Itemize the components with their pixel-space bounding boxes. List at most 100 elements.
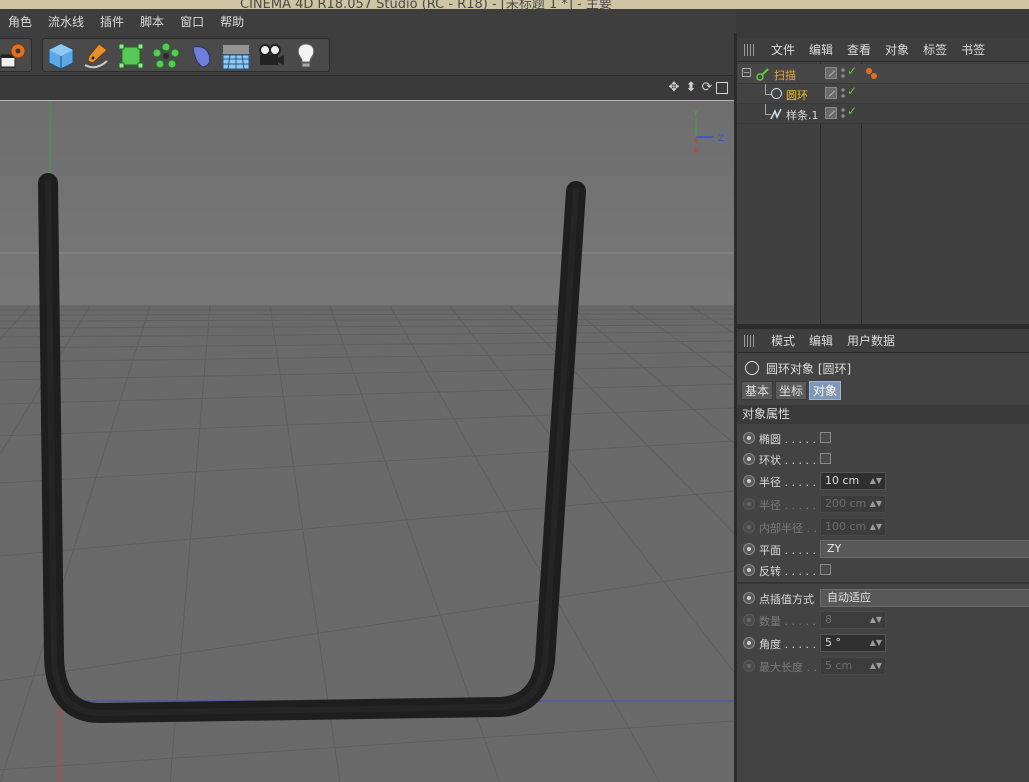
section-divider [737,582,1029,584]
menu-plugins[interactable]: 插件 [92,13,132,30]
panel-grip-icon[interactable] [744,43,756,56]
radius-input[interactable]: 10 cm ▲▼ [820,472,886,490]
maximize-view-icon[interactable] [716,82,728,94]
dolly-view-icon[interactable]: ⬍ [684,81,698,95]
prop-ellipse: 椭圆 . . . . . [741,429,1029,447]
prop-reverse: 反转 . . . . . [741,561,1029,579]
menu-help[interactable]: 帮助 [212,13,252,30]
subdivision-button[interactable] [114,40,148,72]
ring-checkbox[interactable] [820,453,831,464]
prop-angle-label: 角度 . . . . . [759,638,816,651]
interpolation-select[interactable]: 自动适应 [820,589,1029,607]
gizmo-x-label: X [693,146,699,156]
gizmo-y-label: Y [692,109,699,119]
attribute-object-name: 圆环对象 [圆环] [766,361,852,376]
rotate-view-icon[interactable]: ⟳ [700,81,714,95]
om-menu-file[interactable]: 文件 [764,41,802,58]
pen-button[interactable] [79,40,113,72]
animate-radio [743,498,755,510]
object-name-sweep[interactable]: 扫描 [774,67,796,83]
om-menu-object[interactable]: 对象 [878,41,916,58]
prop-interpolation-label: 点插值方式 [759,593,814,606]
main-toolbar [0,33,736,75]
layer-flag[interactable] [825,107,837,119]
inner-radius-value: 100 cm [825,520,867,533]
object-name-spline[interactable]: 样条.1 [786,107,819,123]
render-tool-group [0,38,32,72]
animate-radio[interactable] [743,564,755,576]
menu-character[interactable]: 角色 [0,13,40,30]
ellipse-checkbox[interactable] [820,432,831,443]
layer-flag[interactable] [825,67,837,79]
enabled-check-icon[interactable]: ✓ [847,64,857,78]
object-row-sweep[interactable]: − 扫描 ✓ [737,64,1029,84]
reverse-checkbox[interactable] [820,564,831,575]
panel-grip-icon[interactable] [744,334,756,347]
object-flags: ✓ [825,104,859,121]
animate-radio[interactable] [743,592,755,604]
visibility-dots-icon[interactable] [841,107,845,119]
cube-button[interactable] [44,40,78,72]
phong-tag-icon[interactable] [865,67,879,81]
animate-radio [743,614,755,626]
count-value: 8 [825,613,832,626]
animate-radio[interactable] [743,637,755,649]
object-row-circle[interactable]: 圆环 ✓ [737,84,1029,104]
object-row-spline[interactable]: 样条.1 ✓ [737,104,1029,124]
window-title: CINEMA 4D R18.057 Studio (RC - R18) - [未… [240,0,612,9]
plane-select[interactable]: ZY [820,540,1029,558]
collapse-icon[interactable]: − [742,68,751,77]
subdivision-icon [118,43,144,69]
enabled-check-icon[interactable]: ✓ [847,84,857,98]
pen-icon [84,43,108,69]
create-tool-group [42,38,330,72]
om-menu-bookmarks[interactable]: 书签 [954,41,992,58]
menu-pipeline[interactable]: 流水线 [40,13,92,30]
prop-max-length-label: 最大长度 . . [759,661,817,674]
animate-radio[interactable] [743,543,755,555]
animate-radio[interactable] [743,432,755,444]
gizmo-z-label: Z [718,134,724,144]
om-menu-view[interactable]: 查看 [840,41,878,58]
prop-radius: 半径 . . . . . 10 cm ▲▼ [741,472,1029,490]
visibility-dots-icon[interactable] [841,67,845,79]
am-menu-edit[interactable]: 编辑 [802,332,840,349]
tab-basic[interactable]: 基本 [741,381,774,400]
radius-2-input: 200 cm ▲▼ [820,495,886,513]
menu-script[interactable]: 脚本 [132,13,172,30]
camera-button[interactable] [254,40,288,72]
tab-coordinates[interactable]: 坐标 [775,381,808,400]
camera-icon [259,44,284,65]
deformer-button[interactable] [184,40,218,72]
tab-object[interactable]: 对象 [809,381,842,400]
object-name-circle[interactable]: 圆环 [786,87,808,103]
radius-2-value: 200 cm [825,497,867,510]
radius-value: 10 cm [825,474,860,487]
animate-radio[interactable] [743,453,755,465]
stepper-icon: ▲▼ [869,661,882,670]
stepper-icon[interactable]: ▲▼ [870,473,882,489]
stepper-icon[interactable]: ▲▼ [870,635,882,651]
om-menu-edit[interactable]: 编辑 [802,41,840,58]
3d-viewport[interactable]: Y Z X [0,100,734,782]
prop-ring: 环状 . . . . . [741,450,1029,468]
floor-button[interactable] [219,40,253,72]
animate-radio[interactable] [743,475,755,487]
prop-count-label: 数量 . . . . . [759,615,816,628]
am-menu-userdata[interactable]: 用户数据 [840,332,902,349]
section-object-properties[interactable]: 对象属性 [737,405,1029,424]
menu-window[interactable]: 窗口 [172,13,212,30]
cloner-button[interactable] [149,40,183,72]
enabled-check-icon[interactable]: ✓ [847,104,857,118]
attribute-tabs: 基本 坐标 对象 [741,381,843,400]
move-view-icon[interactable]: ✥ [667,81,681,95]
prop-ellipse-label: 椭圆 . . . . . [759,433,816,446]
layer-flag[interactable] [825,87,837,99]
angle-input[interactable]: 5 ° ▲▼ [820,634,886,652]
visibility-dots-icon[interactable] [841,87,845,99]
render-settings-button[interactable] [0,40,31,72]
om-menu-tags[interactable]: 标签 [916,41,954,58]
prop-radius-2: 半径 . . . . . 200 cm ▲▼ [741,495,1029,513]
light-button[interactable] [289,40,323,72]
am-menu-mode[interactable]: 模式 [764,332,802,349]
